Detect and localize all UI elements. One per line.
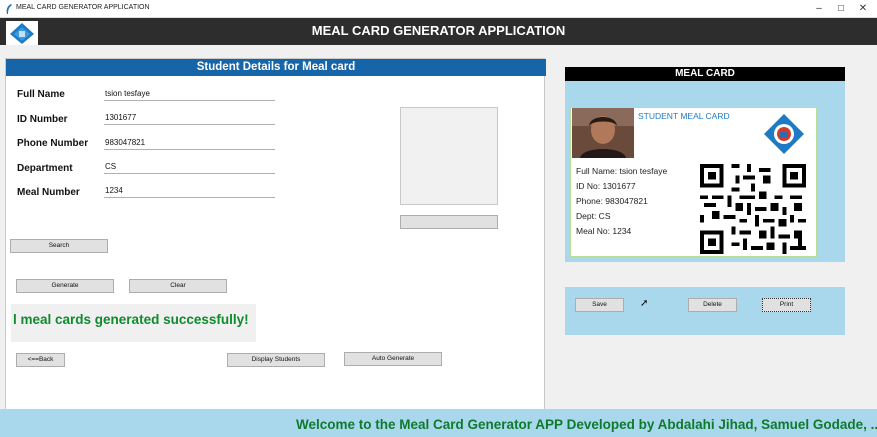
phone-number-label: Phone Number: [17, 138, 89, 149]
clear-button[interactable]: Clear: [129, 279, 227, 293]
full-name-field[interactable]: [104, 86, 275, 101]
phone-number-field[interactable]: [104, 135, 275, 150]
form-header: Student Details for Meal card: [6, 59, 546, 76]
app-banner: MEAL CARD GENERATOR APPLICATION: [0, 18, 877, 45]
full-name-label: Full Name: [17, 89, 65, 100]
generate-button[interactable]: Generate: [16, 279, 114, 293]
search-button[interactable]: Search: [10, 239, 108, 253]
card-full-name: Full Name: tsion tesfaye: [576, 166, 668, 176]
delete-button[interactable]: Delete: [688, 298, 737, 312]
student-photo: [572, 108, 634, 158]
photo-preview-box: [400, 107, 498, 205]
auto-generate-button[interactable]: Auto Generate: [344, 352, 442, 366]
minimize-button[interactable]: –: [812, 2, 826, 16]
student-details-panel: Student Details for Meal card Full Name …: [5, 58, 546, 414]
window-titlebar: MEAL CARD GENERATOR APPLICATION – □ ✕: [0, 0, 877, 18]
student-portrait-icon: [572, 108, 634, 158]
upload-photo-button[interactable]: [400, 215, 498, 229]
meal-number-field[interactable]: [104, 183, 275, 198]
banner-title: MEAL CARD GENERATOR APPLICATION: [311, 23, 566, 38]
meal-card-title: MEAL CARD: [565, 67, 845, 81]
id-number-label: ID Number: [17, 114, 68, 125]
card-actions-panel: Save Delete Print: [565, 287, 845, 335]
meal-number-label: Meal Number: [17, 187, 80, 198]
back-button[interactable]: <==Back: [16, 353, 65, 367]
footer-bar: Welcome to the Meal Card Generator APP D…: [0, 409, 877, 437]
card-heading: STUDENT MEAL CARD: [638, 111, 730, 121]
card-department: Dept: CS: [576, 211, 611, 221]
window-title: MEAL CARD GENERATOR APPLICATION: [16, 4, 150, 11]
meal-card: STUDENT MEAL CARD Full Name: tsion tesfa…: [570, 107, 817, 257]
qr-code-icon: [700, 164, 806, 254]
footer-marquee: Welcome to the Meal Card Generator APP D…: [296, 417, 877, 432]
print-button[interactable]: Print: [762, 298, 811, 312]
card-phone: Phone: 983047821: [576, 196, 648, 206]
card-logo: [749, 108, 819, 160]
display-students-button[interactable]: Display Students: [227, 353, 325, 367]
mouse-cursor-icon: ➚: [640, 298, 649, 309]
id-number-field[interactable]: [104, 110, 275, 125]
status-message-box: l meal cards generated successfully!: [11, 304, 256, 342]
status-message: l meal cards generated successfully!: [13, 312, 249, 327]
card-meal-number: Meal No: 1234: [576, 226, 632, 236]
maximize-button[interactable]: □: [834, 2, 848, 16]
close-button[interactable]: ✕: [856, 2, 870, 16]
save-button[interactable]: Save: [575, 298, 624, 312]
department-label: Department: [17, 163, 73, 174]
meal-card-panel: MEAL CARD STUDENT MEAL CARD Full Name: t…: [565, 67, 845, 262]
university-emblem-icon: [764, 114, 804, 154]
card-id-number: ID No: 1301677: [576, 181, 636, 191]
app-feather-icon: [6, 4, 12, 14]
department-field[interactable]: [104, 159, 275, 174]
